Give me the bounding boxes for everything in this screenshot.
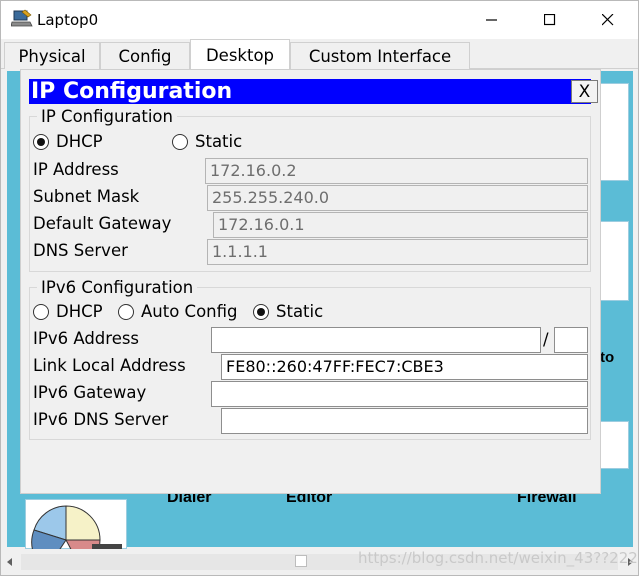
- ipv6-dhcp-label[interactable]: DHCP: [56, 302, 103, 321]
- app-tile-bottom-left[interactable]: [25, 499, 127, 571]
- ipv6-address-field[interactable]: [211, 327, 541, 353]
- dialog-close-button[interactable]: X: [571, 80, 598, 103]
- tab-config[interactable]: Config: [100, 42, 190, 69]
- subnet-mask-label: Subnet Mask: [33, 187, 140, 206]
- dialog-title: IP Configuration: [31, 79, 233, 104]
- ipv6-address-label: IPv6 Address: [33, 329, 140, 348]
- ipv4-group-title: IP Configuration: [37, 107, 177, 126]
- ipv6-prefix-separator: /: [543, 330, 549, 349]
- ipv6-prefix-field[interactable]: [554, 327, 588, 353]
- ipv4-static-label[interactable]: Static: [195, 132, 242, 151]
- ipv6-auto-config-label[interactable]: Auto Config: [141, 302, 238, 321]
- window-title: Laptop0: [37, 11, 99, 29]
- app-icon-fragment[interactable]: [599, 83, 629, 181]
- scroll-left-icon[interactable]: [5, 557, 15, 567]
- app-label-fragment: to: [600, 349, 615, 366]
- link-local-address-label: Link Local Address: [33, 356, 186, 375]
- ipv4-static-radio[interactable]: [172, 134, 188, 150]
- ipv6-dns-server-field[interactable]: [221, 408, 588, 434]
- ip-address-label: IP Address: [33, 160, 119, 179]
- tab-custom-interface[interactable]: Custom Interface: [290, 42, 470, 69]
- default-gateway-field[interactable]: 172.16.0.1: [213, 212, 588, 238]
- ip-address-field[interactable]: 172.16.0.2: [205, 158, 588, 184]
- maximize-button[interactable]: [527, 1, 573, 39]
- tab-strip: Physical Config Desktop Custom Interface: [1, 39, 638, 70]
- pie-chart-icon: [31, 505, 122, 571]
- minimize-icon: [486, 19, 497, 21]
- ipv4-dhcp-label[interactable]: DHCP: [56, 132, 103, 151]
- app-icon-fragment[interactable]: [599, 221, 629, 301]
- ipv6-static-radio[interactable]: [253, 304, 269, 320]
- tab-desktop[interactable]: Desktop: [190, 39, 290, 70]
- link-local-address-field[interactable]: FE80::260:47FF:FEC7:CBE3: [221, 354, 588, 380]
- minimize-button[interactable]: [469, 1, 515, 39]
- scrollbar-thumb[interactable]: [295, 555, 307, 567]
- dns-server-label: DNS Server: [33, 241, 128, 260]
- title-bar: Laptop0: [1, 1, 638, 39]
- ip-configuration-dialog: IP Configuration X IP Configuration DHCP…: [20, 69, 601, 494]
- laptop-window: Laptop0 Physical Config Desktop Custom I…: [0, 0, 639, 576]
- laptop-app-icon: [11, 9, 33, 27]
- app-icon-fragment[interactable]: [599, 421, 629, 469]
- maximize-icon: [544, 14, 556, 26]
- ipv6-static-label[interactable]: Static: [276, 302, 323, 321]
- ipv6-group-title: IPv6 Configuration: [37, 278, 198, 297]
- ipv6-auto-config-radio[interactable]: [118, 304, 134, 320]
- ipv6-gateway-field[interactable]: [211, 381, 588, 407]
- default-gateway-label: Default Gateway: [33, 214, 172, 233]
- watermark-text: https://blog.csdn.net/weixin_43??222: [358, 549, 638, 567]
- ipv4-dhcp-radio[interactable]: [33, 134, 49, 150]
- dialog-title-bar: IP Configuration X: [29, 79, 598, 104]
- ipv6-dns-server-label: IPv6 DNS Server: [33, 410, 169, 429]
- close-window-button[interactable]: [585, 1, 631, 39]
- ipv6-dhcp-radio[interactable]: [33, 304, 49, 320]
- tab-physical[interactable]: Physical: [4, 42, 100, 69]
- dns-server-field[interactable]: 1.1.1.1: [207, 239, 588, 265]
- close-icon: [602, 14, 614, 26]
- ipv6-gateway-label: IPv6 Gateway: [33, 383, 147, 402]
- subnet-mask-field[interactable]: 255.255.240.0: [207, 185, 588, 211]
